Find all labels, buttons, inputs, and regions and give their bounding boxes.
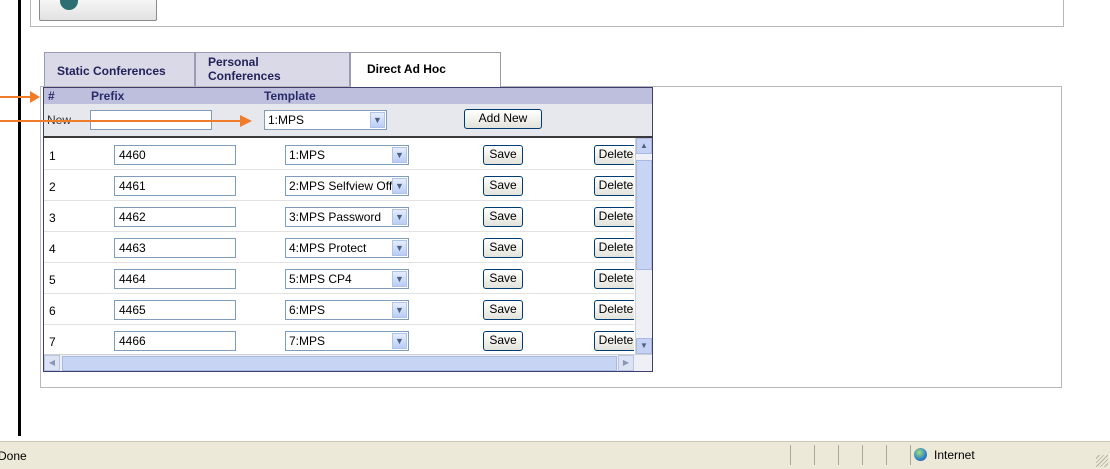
select-value: 7:MPS: [289, 334, 326, 348]
row-number: 4: [49, 242, 56, 256]
prefix-input[interactable]: [114, 300, 236, 320]
status-divider: [814, 445, 815, 465]
status-bar: Done Internet: [0, 441, 1110, 469]
status-divider: [838, 445, 839, 465]
row-number: 3: [49, 211, 56, 225]
globe-icon: [914, 448, 927, 461]
chevron-down-icon[interactable]: ▼: [392, 240, 407, 256]
delete-button[interactable]: Delete: [594, 207, 634, 227]
chevron-down-icon[interactable]: ▼: [392, 209, 407, 225]
prefix-input[interactable]: [114, 207, 236, 227]
prefix-input[interactable]: [114, 269, 236, 289]
chevron-down-icon[interactable]: ▼: [392, 271, 407, 287]
table-row: 2 2:MPS Selfview Off ▼ Save Delete: [44, 169, 634, 201]
delete-button[interactable]: Delete: [594, 331, 634, 351]
delete-button[interactable]: Delete: [594, 300, 634, 320]
chevron-down-icon[interactable]: ▼: [392, 333, 407, 349]
save-button[interactable]: Save: [483, 207, 523, 227]
chevron-down-icon[interactable]: ▼: [392, 178, 407, 194]
chevron-down-icon[interactable]: ▼: [370, 112, 385, 128]
template-select[interactable]: 1:MPS ▼: [285, 145, 409, 165]
row-number: 6: [49, 304, 56, 318]
scroll-right-icon[interactable]: ▶: [618, 355, 634, 371]
horizontal-scrollbar[interactable]: ◀ ▶: [44, 354, 652, 371]
status-divider: [910, 445, 911, 465]
select-value: 4:MPS Protect: [289, 241, 367, 255]
annotation-arrows: [0, 91, 252, 127]
status-divider: [790, 445, 791, 465]
select-value: 6:MPS: [289, 303, 326, 317]
delete-button[interactable]: Delete: [594, 238, 634, 258]
table-row: 4 4:MPS Protect ▼ Save Delete: [44, 231, 634, 263]
template-select[interactable]: 4:MPS Protect ▼: [285, 238, 409, 258]
row-number: 1: [49, 149, 56, 163]
tab-label: Direct Ad Hoc: [367, 62, 446, 76]
vertical-scrollbar[interactable]: ▲ ▼: [635, 138, 652, 354]
scroll-thumb[interactable]: [636, 160, 652, 270]
select-value: 2:MPS Selfview Off: [289, 179, 393, 193]
scroll-up-icon[interactable]: ▲: [636, 138, 652, 154]
save-button[interactable]: Save: [483, 145, 523, 165]
row-number: 7: [49, 335, 56, 349]
select-value: 1:MPS: [289, 148, 326, 162]
status-divider: [862, 445, 863, 465]
prefix-input[interactable]: [114, 331, 236, 351]
save-button[interactable]: Save: [483, 176, 523, 196]
delete-button[interactable]: Delete: [594, 145, 634, 165]
prefix-input[interactable]: [114, 238, 236, 258]
save-button[interactable]: Save: [483, 331, 523, 351]
template-select[interactable]: 3:MPS Password ▼: [285, 207, 409, 227]
table-row: 5 5:MPS CP4 ▼ Save Delete: [44, 262, 634, 294]
tab-direct-ad-hoc[interactable]: Direct Ad Hoc: [350, 52, 501, 88]
row-number: 2: [49, 180, 56, 194]
scroll-down-icon[interactable]: ▼: [636, 338, 652, 354]
arrow-icon: [0, 91, 40, 103]
select-value: 5:MPS CP4: [289, 272, 352, 286]
template-select[interactable]: 7:MPS ▼: [285, 331, 409, 351]
entry-list: 1 1:MPS ▼ Save Delete 2 2:MPS Selfview O…: [44, 138, 634, 353]
arrow-icon: [0, 115, 252, 127]
table-row: 6 6:MPS ▼ Save Delete: [44, 293, 634, 325]
zone-label: Internet: [934, 448, 975, 462]
select-value: 3:MPS Password: [289, 210, 382, 224]
status-text: Done: [0, 449, 27, 463]
save-button[interactable]: Save: [483, 300, 523, 320]
template-select[interactable]: 6:MPS ▼: [285, 300, 409, 320]
add-new-button[interactable]: Add New: [464, 109, 542, 129]
table-row: 1 1:MPS ▼ Save Delete: [44, 138, 634, 170]
table-row: 7 7:MPS ▼ Save Delete: [44, 324, 634, 353]
template-select[interactable]: 5:MPS CP4 ▼: [285, 269, 409, 289]
row-number: 5: [49, 273, 56, 287]
prefix-input[interactable]: [114, 145, 236, 165]
prefix-input[interactable]: [114, 176, 236, 196]
save-button[interactable]: Save: [483, 238, 523, 258]
table-row: 3 3:MPS Password ▼ Save Delete: [44, 200, 634, 232]
resize-grip-icon[interactable]: [1096, 455, 1108, 467]
status-divider: [886, 445, 887, 465]
save-button[interactable]: Save: [483, 269, 523, 289]
template-select[interactable]: 2:MPS Selfview Off ▼: [285, 176, 409, 196]
delete-button[interactable]: Delete: [594, 269, 634, 289]
scroll-thumb[interactable]: [62, 356, 617, 371]
scroll-left-icon[interactable]: ◀: [44, 355, 60, 371]
chevron-down-icon[interactable]: ▼: [392, 302, 407, 318]
security-zone: Internet: [914, 448, 975, 462]
chevron-down-icon[interactable]: ▼: [392, 147, 407, 163]
delete-button[interactable]: Delete: [594, 176, 634, 196]
